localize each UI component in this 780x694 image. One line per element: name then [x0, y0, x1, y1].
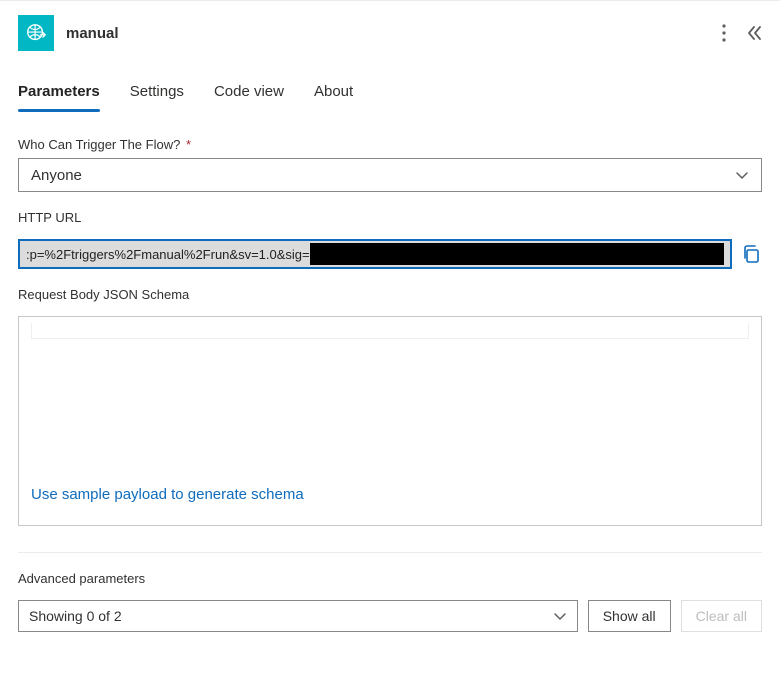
- chevron-down-icon: [553, 609, 567, 623]
- chevron-down-icon: [735, 168, 749, 182]
- required-marker: *: [186, 137, 191, 152]
- copy-url-button[interactable]: [740, 243, 762, 265]
- use-sample-payload-link[interactable]: Use sample payload to generate schema: [31, 486, 304, 503]
- chevron-double-left-icon: [746, 25, 762, 41]
- trigger-select[interactable]: Anyone: [18, 158, 762, 192]
- clear-all-button: Clear all: [681, 600, 762, 632]
- tab-bar: Parameters Settings Code view About: [0, 65, 780, 113]
- http-url-redacted: [310, 243, 724, 265]
- http-url-field[interactable]: :p=%2Ftriggers%2Fmanual%2Frun&sv=1.0&sig…: [18, 239, 732, 269]
- schema-label: Request Body JSON Schema: [18, 287, 762, 302]
- trigger-label: Who Can Trigger The Flow? *: [18, 137, 762, 152]
- more-vertical-icon: [722, 24, 726, 42]
- http-url-label: HTTP URL: [18, 210, 762, 225]
- panel-header: manual: [0, 1, 780, 65]
- globe-request-icon: [25, 22, 47, 44]
- tab-parameters[interactable]: Parameters: [18, 75, 100, 112]
- show-all-button[interactable]: Show all: [588, 600, 671, 632]
- collapse-panel-button[interactable]: [746, 25, 762, 41]
- tab-settings[interactable]: Settings: [130, 75, 184, 112]
- advanced-label: Advanced parameters: [18, 571, 762, 586]
- trigger-select-value: Anyone: [31, 167, 82, 184]
- more-menu-button[interactable]: [722, 24, 726, 42]
- tab-about[interactable]: About: [314, 75, 353, 112]
- schema-textarea[interactable]: Use sample payload to generate schema: [18, 316, 762, 526]
- advanced-dropdown-value: Showing 0 of 2: [29, 608, 122, 624]
- http-url-visible-text: :p=%2Ftriggers%2Fmanual%2Frun&sv=1.0&sig…: [26, 247, 310, 262]
- panel-title: manual: [66, 25, 710, 42]
- trigger-label-text: Who Can Trigger The Flow?: [18, 137, 180, 152]
- section-divider: [18, 552, 762, 553]
- advanced-params-dropdown[interactable]: Showing 0 of 2: [18, 600, 578, 632]
- tab-code-view[interactable]: Code view: [214, 75, 284, 112]
- connector-icon: [18, 15, 54, 51]
- schema-inner-border: [31, 323, 749, 339]
- copy-icon: [741, 244, 761, 264]
